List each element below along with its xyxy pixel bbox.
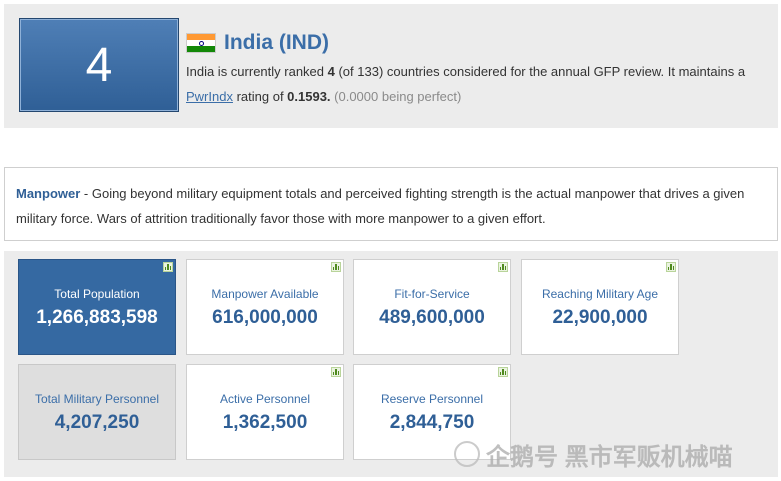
stat-tile-total-population[interactable]: Total Population 1,266,883,598: [18, 259, 176, 355]
stat-value: 489,600,000: [379, 307, 485, 328]
chart-icon[interactable]: [498, 262, 508, 272]
chart-icon[interactable]: [666, 262, 676, 272]
rank-number: 4: [85, 38, 113, 92]
manpower-section: Manpower - Going beyond military equipme…: [4, 167, 778, 241]
rating-value: 0.1593.: [287, 89, 331, 104]
stat-label: Reserve Personnel: [380, 392, 484, 406]
country-title: India (IND): [186, 31, 329, 55]
stat-tile-total-military-personnel[interactable]: Total Military Personnel 4,207,250: [18, 364, 176, 460]
stat-value: 22,900,000: [552, 307, 648, 328]
chart-icon[interactable]: [331, 367, 341, 377]
stat-label: Total Military Personnel: [34, 392, 160, 406]
stat-tile-fit-for-service[interactable]: Fit-for-Service 489,600,000: [353, 259, 511, 355]
rank-description: India is currently ranked 4 (of 133) cou…: [186, 64, 746, 79]
pwrindx-link[interactable]: PwrIndx: [186, 89, 233, 104]
stat-tile-active-personnel[interactable]: Active Personnel 1,362,500: [186, 364, 344, 460]
stat-value: 2,844,750: [389, 412, 475, 433]
stat-value: 1,266,883,598: [36, 307, 158, 328]
stat-value: 1,362,500: [222, 412, 308, 433]
stat-value: 616,000,000: [212, 307, 318, 328]
watermark-text: 企鹅号 黑市军贩机械喵: [486, 443, 733, 471]
perfect-note: (0.0000 being perfect): [330, 89, 462, 104]
chart-icon[interactable]: [163, 262, 173, 272]
stat-label: Total Population: [54, 287, 140, 301]
rank-panel: 4 India (IND) India is currently ranked …: [4, 4, 778, 128]
country-name: India (IND): [224, 31, 329, 54]
rank-box: 4: [19, 18, 179, 112]
chart-icon[interactable]: [331, 262, 341, 272]
chart-icon[interactable]: [498, 367, 508, 377]
manpower-description: - Going beyond military equipment totals…: [16, 186, 745, 226]
watermark: 企鹅号 黑市军贩机械喵: [454, 437, 774, 471]
manpower-label: Manpower: [16, 186, 81, 201]
stat-label: Manpower Available: [211, 287, 319, 301]
india-flag-icon: [186, 33, 216, 53]
stat-label: Active Personnel: [219, 392, 311, 406]
stat-label: Fit-for-Service: [394, 287, 470, 301]
rating-description: PwrIndx rating of 0.1593. (0.0000 being …: [186, 89, 462, 104]
stat-value: 4,207,250: [54, 412, 140, 433]
stat-tile-reaching-military-age[interactable]: Reaching Military Age 22,900,000: [521, 259, 679, 355]
penguin-icon: [454, 441, 480, 467]
rank-inline: 4: [327, 64, 335, 79]
stat-label: Reaching Military Age: [541, 287, 659, 301]
stat-tile-manpower-available[interactable]: Manpower Available 616,000,000: [186, 259, 344, 355]
